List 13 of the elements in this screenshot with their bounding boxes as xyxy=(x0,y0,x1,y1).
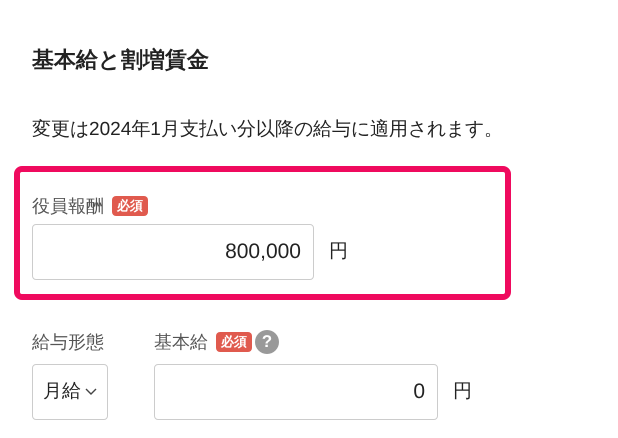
field-label: 基本給 xyxy=(154,331,208,354)
section-title: 基本給と割増賃金 xyxy=(32,46,209,74)
field-label: 給与形態 xyxy=(32,331,105,354)
amount-input[interactable]: 0 xyxy=(154,364,438,420)
required-badge: 必須 xyxy=(112,196,148,216)
unit-label: 円 xyxy=(329,240,348,264)
amount-input[interactable]: 800,000 xyxy=(32,224,314,280)
required-badge: 必須 xyxy=(216,332,252,352)
chevron-down-icon xyxy=(85,388,97,396)
unit-label: 円 xyxy=(453,380,472,404)
field-label: 役員報酬 xyxy=(32,195,104,218)
description-text: 変更は2024年1月支払い分以降の給与に適用されます。 xyxy=(32,118,504,142)
pay-type-select[interactable]: 月給 xyxy=(32,364,108,420)
